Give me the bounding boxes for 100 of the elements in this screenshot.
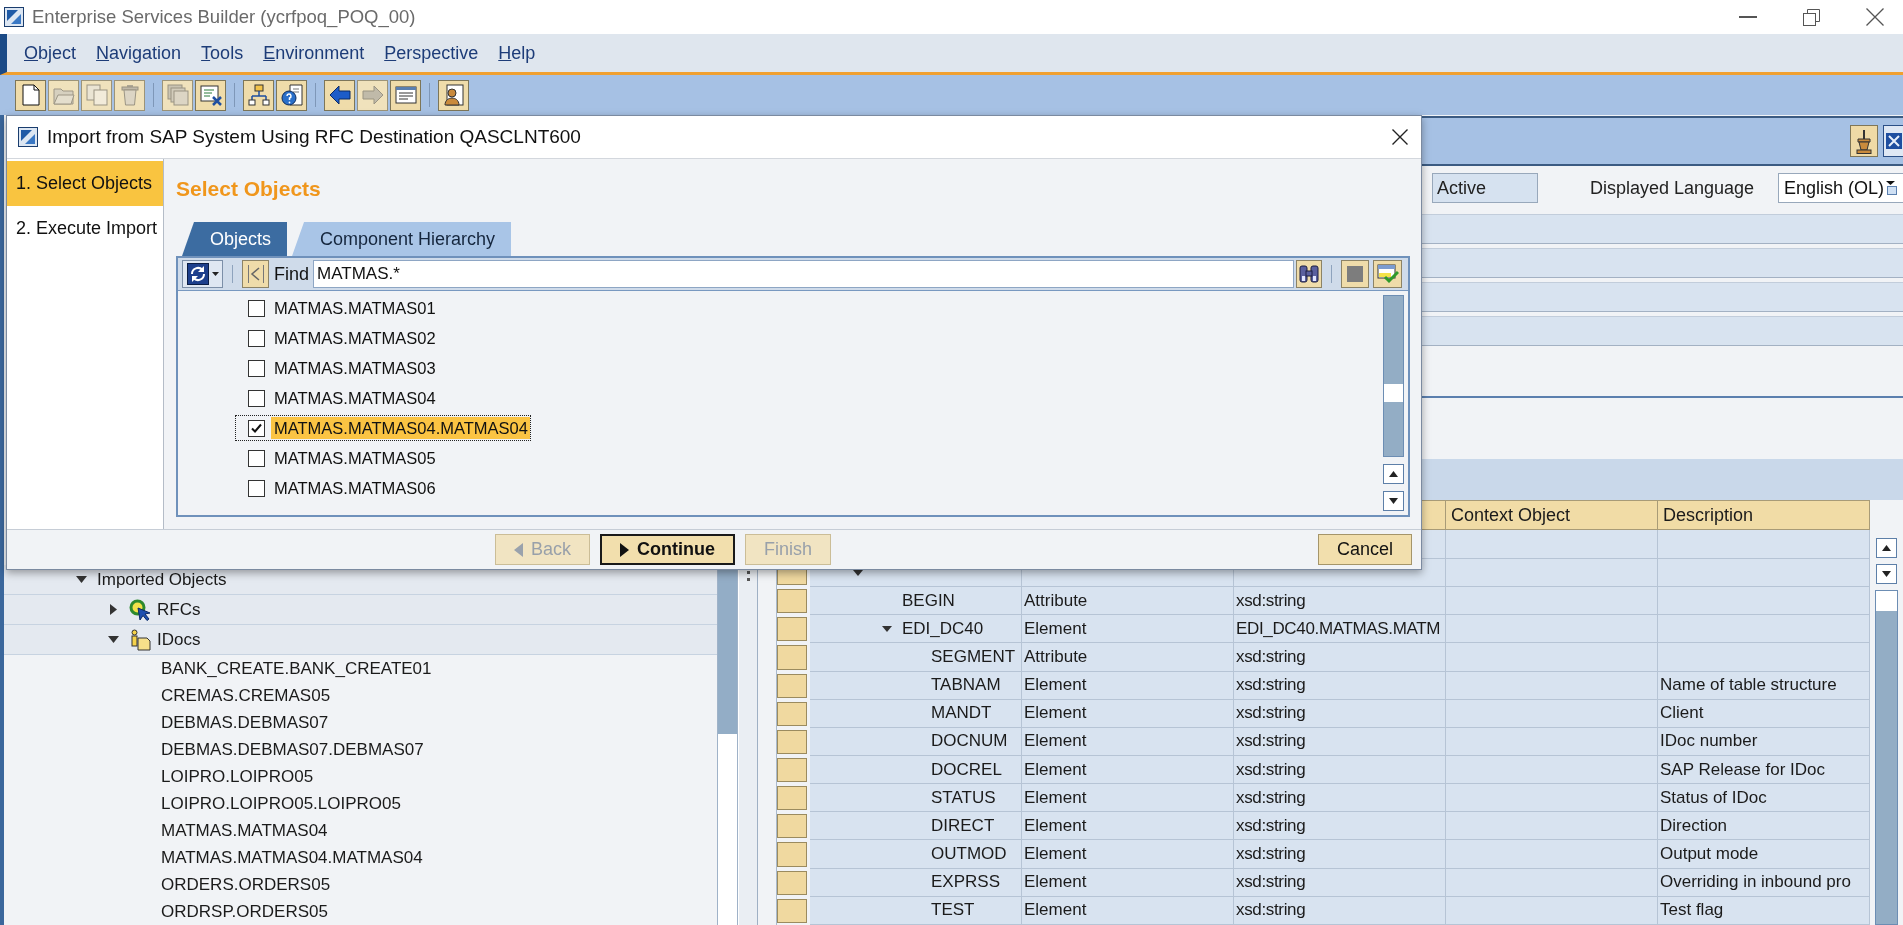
row-selector[interactable] — [777, 870, 807, 895]
row-selector[interactable] — [777, 617, 807, 642]
table-cell: xsd:string — [1234, 896, 1446, 925]
table-cell: Element — [1022, 699, 1234, 728]
caret-icon[interactable] — [109, 604, 117, 615]
checkbox[interactable] — [248, 419, 265, 437]
caret-icon[interactable] — [882, 625, 892, 632]
tree-item[interactable]: LOIPRO.LOIPRO05.LOIPRO05 — [161, 793, 401, 814]
pestle-button[interactable] — [1850, 125, 1878, 157]
menu-item[interactable]: Tools — [201, 42, 244, 64]
checkbox[interactable] — [248, 449, 265, 467]
menu-item[interactable]: Help — [498, 42, 536, 64]
checkbox[interactable] — [248, 329, 265, 347]
scrollbar[interactable] — [1383, 295, 1404, 457]
table-cell: Element — [1022, 812, 1234, 841]
table-cell: Element — [1022, 840, 1234, 869]
scrollbar[interactable] — [1875, 590, 1898, 925]
row-selector[interactable] — [777, 786, 807, 811]
tab[interactable]: Objects — [182, 222, 288, 256]
cancel-button[interactable]: Cancel — [1317, 534, 1412, 565]
search-button[interactable] — [1296, 260, 1322, 288]
close-button[interactable] — [1883, 125, 1903, 157]
column-header[interactable]: Context Object — [1446, 500, 1658, 530]
toolbar-button[interactable] — [390, 79, 421, 111]
tree-item[interactable]: ORDRSP.ORDERS05 — [161, 901, 328, 922]
dropdown-icon[interactable] — [1886, 181, 1898, 195]
continue-button[interactable]: Continue — [600, 534, 736, 565]
tree-item[interactable]: LOIPRO.LOIPRO05 — [161, 766, 314, 787]
toolbar-button[interactable] — [438, 79, 469, 111]
copy-icon — [85, 84, 108, 106]
node-label: SEGMENT — [931, 647, 1016, 667]
tree-item[interactable]: DEBMAS.DEBMAS07 — [161, 712, 329, 733]
scroll-up-button[interactable] — [1876, 538, 1897, 558]
checkbox[interactable] — [248, 299, 265, 317]
find-field[interactable]: MATMAS.* — [313, 260, 1294, 288]
list-item[interactable]: MATMAS.MATMAS04.MATMAS04 — [235, 415, 531, 441]
language-dropdown[interactable]: English (OL) — [1778, 173, 1903, 203]
row-selector[interactable] — [777, 758, 807, 783]
table-cell: EDI_DC40.MATMAS.MATM — [1234, 615, 1446, 644]
row-selector[interactable] — [777, 729, 807, 754]
menu-item[interactable]: Object — [24, 42, 77, 64]
document-figure-icon — [442, 84, 465, 106]
column-header[interactable]: Description — [1658, 500, 1870, 530]
wizard-step[interactable]: 1. Select Objects — [7, 161, 163, 206]
node-label: DIRECT — [931, 815, 995, 836]
toolbar-button[interactable] — [15, 79, 46, 111]
list-item[interactable]: MATMAS.MATMAS02 — [235, 325, 439, 351]
caret-icon[interactable] — [75, 576, 87, 583]
close-icon[interactable] — [1866, 8, 1884, 26]
checkbox[interactable] — [248, 359, 265, 377]
table-cell: xsd:string — [1234, 587, 1446, 616]
toolbar-button[interactable] — [195, 79, 226, 111]
tree-item[interactable]: CREMAS.CREMAS05 — [161, 685, 331, 706]
table-cell: Output mode — [1658, 840, 1870, 869]
row-selector[interactable] — [777, 898, 807, 923]
tree-item[interactable]: RFCs — [4, 595, 717, 625]
list-item[interactable]: MATMAS.MATMAS01 — [235, 295, 439, 321]
node-label: EXPRSS — [931, 872, 1000, 893]
grip-icon[interactable] — [746, 571, 750, 581]
tree-item[interactable]: DEBMAS.DEBMAS07.DEBMAS07 — [161, 739, 424, 760]
tree-item[interactable]: MATMAS.MATMAS04 — [161, 820, 328, 841]
scrollbar-thumb[interactable] — [1384, 384, 1403, 402]
tree-item[interactable]: BANK_CREATE.BANK_CREATE01 — [161, 658, 432, 679]
check-button[interactable] — [1373, 260, 1402, 288]
tree-item[interactable]: MATMAS.MATMAS04.MATMAS04 — [161, 847, 423, 868]
tree-item[interactable]: IDocs — [4, 625, 717, 655]
toolbar-button[interactable] — [276, 79, 307, 111]
menu-item[interactable]: Environment — [263, 42, 365, 64]
row-selector[interactable] — [777, 701, 807, 726]
checkbox[interactable] — [248, 479, 265, 497]
close-icon[interactable] — [1392, 129, 1408, 145]
previous-button[interactable] — [242, 260, 269, 288]
tree-item[interactable]: ORDERS.ORDERS05 — [161, 874, 331, 895]
scrollbar-thumb[interactable] — [1876, 591, 1897, 611]
stop-button[interactable] — [1341, 260, 1369, 288]
list-item[interactable]: MATMAS.MATMAS05 — [235, 445, 439, 471]
checkbox[interactable] — [248, 389, 265, 407]
scroll-down-button[interactable] — [1876, 564, 1897, 584]
row-selector[interactable] — [777, 814, 807, 839]
refresh-button[interactable] — [182, 260, 223, 288]
menu-item[interactable]: Navigation — [96, 42, 182, 64]
binoculars-icon — [1299, 264, 1319, 284]
menu-item[interactable]: Perspective — [384, 42, 479, 64]
tab[interactable]: Component Hierarchy — [292, 222, 512, 256]
wizard-step[interactable]: 2. Execute Import — [7, 206, 163, 251]
list-item[interactable]: MATMAS.MATMAS03 — [235, 355, 439, 381]
list-item[interactable]: MATMAS.MATMAS04 — [235, 385, 439, 411]
scroll-down-button[interactable] — [1383, 491, 1404, 511]
toolbar-button[interactable] — [324, 79, 355, 111]
row-selector[interactable] — [777, 673, 807, 698]
scroll-up-button[interactable] — [1383, 464, 1404, 484]
toolbar-button[interactable] — [243, 79, 274, 111]
caret-icon[interactable] — [107, 636, 119, 643]
row-selector[interactable] — [777, 589, 807, 614]
stacked-pages-icon — [166, 84, 189, 106]
list-item[interactable]: MATMAS.MATMAS06 — [235, 475, 439, 501]
table-cell: Element — [1022, 784, 1234, 813]
table-cell: SAP Release for IDoc — [1658, 756, 1870, 785]
restore-icon[interactable] — [1803, 8, 1820, 26]
right-arrow-icon — [361, 84, 384, 106]
